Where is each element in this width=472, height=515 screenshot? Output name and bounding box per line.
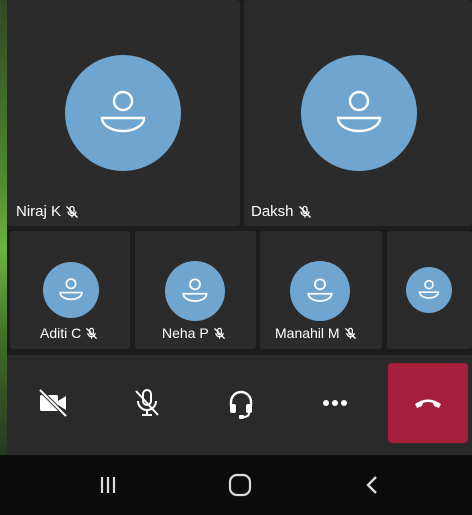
mic-toggle-button[interactable] <box>107 363 187 443</box>
more-options-button[interactable] <box>295 363 375 443</box>
call-controls-bar <box>7 355 472 455</box>
participant-name-tag: Neha P <box>162 325 226 341</box>
back-icon <box>366 476 377 494</box>
participant-name: Daksh <box>251 203 294 220</box>
home-button[interactable] <box>220 469 260 501</box>
background-edge <box>0 0 7 455</box>
person-icon <box>182 278 208 302</box>
headset-icon <box>229 390 253 419</box>
person-icon <box>100 90 146 133</box>
mic-muted-icon <box>344 327 357 340</box>
person-icon <box>336 90 382 133</box>
audio-device-button[interactable] <box>201 363 281 443</box>
participant-tile[interactable]: Niraj K <box>7 0 240 226</box>
avatar <box>165 261 225 321</box>
avatar <box>406 267 452 313</box>
participant-name-tag: Manahil M <box>275 325 357 341</box>
system-navigation-bar <box>0 455 472 515</box>
participant-name-tag: Daksh <box>251 203 312 220</box>
more-icon <box>323 400 347 406</box>
end-call-button[interactable] <box>388 363 468 443</box>
person-icon <box>307 278 333 302</box>
hang-up-icon <box>415 399 441 408</box>
home-icon <box>228 473 252 497</box>
avatar <box>290 261 350 321</box>
participant-tile[interactable] <box>387 231 472 349</box>
participant-tile[interactable]: Manahil M <box>260 231 382 349</box>
participant-name: Manahil M <box>275 325 340 341</box>
avatar <box>301 55 417 171</box>
mic-muted-icon <box>213 327 226 340</box>
mic-off-icon <box>135 389 159 416</box>
avatar <box>65 55 181 171</box>
mic-muted-icon <box>65 205 79 219</box>
participant-tile[interactable]: Aditi C <box>10 231 130 349</box>
video-off-icon <box>38 388 68 418</box>
participant-name: Aditi C <box>40 325 82 341</box>
mic-muted-icon <box>298 205 312 219</box>
mic-muted-icon <box>85 327 98 340</box>
back-button[interactable] <box>353 469 393 501</box>
recents-icon <box>100 477 116 493</box>
person-icon <box>59 278 83 301</box>
recents-button[interactable] <box>88 469 128 501</box>
participant-name: Niraj K <box>16 203 62 220</box>
participant-tile[interactable]: Daksh <box>244 0 472 226</box>
participant-name: Neha P <box>162 325 209 341</box>
person-icon <box>418 279 440 299</box>
participant-tile[interactable]: Neha P <box>135 231 256 349</box>
participant-name-tag: Niraj K <box>16 203 79 220</box>
video-toggle-button[interactable] <box>13 363 93 443</box>
participant-name-tag: Aditi C <box>40 325 98 341</box>
avatar <box>43 262 99 318</box>
